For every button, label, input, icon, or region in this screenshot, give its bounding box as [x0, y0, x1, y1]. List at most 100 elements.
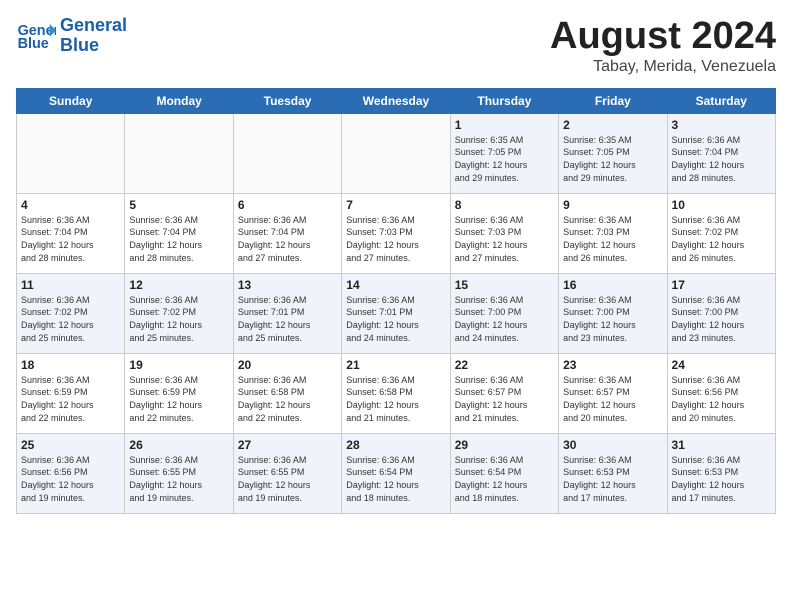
day-info: Sunrise: 6:36 AMSunset: 7:04 PMDaylight:…	[238, 214, 337, 264]
day-info: Sunrise: 6:36 AMSunset: 7:04 PMDaylight:…	[672, 134, 771, 184]
day-info: Sunrise: 6:36 AMSunset: 6:55 PMDaylight:…	[129, 454, 228, 504]
day-info: Sunrise: 6:36 AMSunset: 7:03 PMDaylight:…	[563, 214, 662, 264]
day-number: 14	[346, 278, 445, 292]
day-info: Sunrise: 6:36 AMSunset: 7:03 PMDaylight:…	[455, 214, 554, 264]
day-number: 19	[129, 358, 228, 372]
day-number: 26	[129, 438, 228, 452]
calendar-cell: 31Sunrise: 6:36 AMSunset: 6:53 PMDayligh…	[667, 433, 775, 513]
logo-line2: Blue	[60, 36, 127, 56]
day-info: Sunrise: 6:36 AMSunset: 7:04 PMDaylight:…	[129, 214, 228, 264]
calendar-cell: 28 Sunrise: 6:36 AMSunset: 6:54 PMDayligh…	[342, 433, 450, 513]
day-number: 30	[563, 438, 662, 452]
calendar-cell: 27 Sunrise: 6:36 AMSunset: 6:55 PMDayligh…	[233, 433, 341, 513]
day-info: Sunrise: 6:36 AMSunset: 6:57 PMDaylight:…	[563, 374, 662, 424]
day-info: Sunrise: 6:36 AMSunset: 6:54 PMDaylight:…	[455, 454, 554, 504]
day-info: Sunrise: 6:36 AMSunset: 6:56 PMDaylight:…	[21, 454, 120, 504]
calendar-cell: 21 Sunrise: 6:36 AMSunset: 6:58 PMDayligh…	[342, 353, 450, 433]
logo: General Blue General Blue	[16, 16, 127, 56]
day-info: Sunrise: 6:36 AMSunset: 6:59 PMDaylight:…	[21, 374, 120, 424]
day-info: Sunrise: 6:36 AMSunset: 6:53 PMDaylight:…	[563, 454, 662, 504]
day-info: Sunrise: 6:36 AMSunset: 6:58 PMDaylight:…	[346, 374, 445, 424]
calendar-cell: 29 Sunrise: 6:36 AMSunset: 6:54 PMDayligh…	[450, 433, 558, 513]
day-number: 17	[672, 278, 771, 292]
calendar-cell: 5 Sunrise: 6:36 AMSunset: 7:04 PMDaylight…	[125, 193, 233, 273]
day-number: 25	[21, 438, 120, 452]
month-title: August 2024	[550, 16, 776, 58]
calendar-cell: 13 Sunrise: 6:36 AMSunset: 7:01 PMDayligh…	[233, 273, 341, 353]
calendar-cell: 4Sunrise: 6:36 AMSunset: 7:04 PMDaylight…	[17, 193, 125, 273]
calendar-table: SundayMondayTuesdayWednesdayThursdayFrid…	[16, 88, 776, 514]
weekday-header-friday: Friday	[559, 88, 667, 113]
calendar-week-2: 4 Sunrise: 6:36 AMSunset: 7:04 PMDaylight…	[17, 193, 776, 273]
calendar-cell: 19Sunrise: 6:36 AMSunset: 6:59 PMDayligh…	[125, 353, 233, 433]
day-info: Sunrise: 6:36 AMSunset: 7:01 PMDaylight:…	[238, 294, 337, 344]
calendar-cell: 11 Sunrise: 6:36 AMSunset: 7:02 PMDayligh…	[17, 273, 125, 353]
calendar-cell: 7 Sunrise: 6:36 AMSunset: 7:03 PMDaylight…	[342, 193, 450, 273]
calendar-cell: 25 Sunrise: 6:36 AMSunset: 6:56 PMDayligh…	[17, 433, 125, 513]
weekday-header-row: SundayMondayTuesdayWednesdayThursdayFrid…	[17, 88, 776, 113]
calendar-cell: 8 Sunrise: 6:36 AMSunset: 7:03 PMDaylight…	[450, 193, 558, 273]
day-number: 27	[238, 438, 337, 452]
calendar-cell: 6 Sunrise: 6:36 AMSunset: 7:04 PMDaylight…	[233, 193, 341, 273]
weekday-header-wednesday: Wednesday	[342, 88, 450, 113]
calendar-week-5: 25 Sunrise: 6:36 AMSunset: 6:56 PMDayligh…	[17, 433, 776, 513]
day-number: 6	[238, 198, 337, 212]
day-number: 3	[672, 118, 771, 132]
svg-text:Blue: Blue	[18, 36, 49, 52]
day-number: 29	[455, 438, 554, 452]
day-number: 28	[346, 438, 445, 452]
calendar-cell: 22 Sunrise: 6:36 AMSunset: 6:57 PMDayligh…	[450, 353, 558, 433]
day-info: Sunrise: 6:36 AMSunset: 7:02 PMDaylight:…	[129, 294, 228, 344]
day-info: Sunrise: 6:36 AMSunset: 7:01 PMDaylight:…	[346, 294, 445, 344]
day-info: Sunrise: 6:36 AMSunset: 7:02 PMDaylight:…	[21, 294, 120, 344]
day-number: 21	[346, 358, 445, 372]
day-number: 9	[563, 198, 662, 212]
calendar-cell: 1Sunrise: 6:35 AMSunset: 7:05 PMDaylight…	[450, 113, 558, 193]
day-number: 20	[238, 358, 337, 372]
weekday-header-monday: Monday	[125, 88, 233, 113]
day-info: Sunrise: 6:36 AMSunset: 6:58 PMDaylight:…	[238, 374, 337, 424]
day-number: 4	[21, 198, 120, 212]
day-info: Sunrise: 6:36 AMSunset: 6:55 PMDaylight:…	[238, 454, 337, 504]
day-info: Sunrise: 6:36 AMSunset: 7:03 PMDaylight:…	[346, 214, 445, 264]
calendar-cell	[342, 113, 450, 193]
day-number: 18	[21, 358, 120, 372]
calendar-cell: 20 Sunrise: 6:36 AMSunset: 6:58 PMDayligh…	[233, 353, 341, 433]
day-info: Sunrise: 6:36 AMSunset: 6:56 PMDaylight:…	[672, 374, 771, 424]
calendar-cell: 9 Sunrise: 6:36 AMSunset: 7:03 PMDaylight…	[559, 193, 667, 273]
day-number: 13	[238, 278, 337, 292]
day-number: 23	[563, 358, 662, 372]
calendar-week-4: 18 Sunrise: 6:36 AMSunset: 6:59 PMDayligh…	[17, 353, 776, 433]
weekday-header-saturday: Saturday	[667, 88, 775, 113]
day-number: 5	[129, 198, 228, 212]
calendar-cell: 10Sunrise: 6:36 AMSunset: 7:02 PMDayligh…	[667, 193, 775, 273]
logo-icon: General Blue	[16, 16, 56, 56]
day-number: 2	[563, 118, 662, 132]
calendar-cell: 12 Sunrise: 6:36 AMSunset: 7:02 PMDayligh…	[125, 273, 233, 353]
day-number: 24	[672, 358, 771, 372]
calendar-cell: 3 Sunrise: 6:36 AMSunset: 7:04 PMDaylight…	[667, 113, 775, 193]
location: Tabay, Merida, Venezuela	[550, 58, 776, 76]
logo-line1: General	[60, 16, 127, 36]
calendar-cell: 30 Sunrise: 6:36 AMSunset: 6:53 PMDayligh…	[559, 433, 667, 513]
day-number: 12	[129, 278, 228, 292]
calendar-week-1: 1Sunrise: 6:35 AMSunset: 7:05 PMDaylight…	[17, 113, 776, 193]
day-number: 7	[346, 198, 445, 212]
day-number: 22	[455, 358, 554, 372]
day-info: Sunrise: 6:36 AMSunset: 6:53 PMDaylight:…	[672, 454, 771, 504]
day-number: 11	[21, 278, 120, 292]
day-info: Sunrise: 6:36 AMSunset: 6:57 PMDaylight:…	[455, 374, 554, 424]
calendar-cell: 14 Sunrise: 6:36 AMSunset: 7:01 PMDayligh…	[342, 273, 450, 353]
calendar-week-3: 11 Sunrise: 6:36 AMSunset: 7:02 PMDayligh…	[17, 273, 776, 353]
calendar-cell: 24 Sunrise: 6:36 AMSunset: 6:56 PMDayligh…	[667, 353, 775, 433]
day-number: 8	[455, 198, 554, 212]
calendar-cell: 16Sunrise: 6:36 AMSunset: 7:00 PMDayligh…	[559, 273, 667, 353]
day-info: Sunrise: 6:36 AMSunset: 6:54 PMDaylight:…	[346, 454, 445, 504]
day-info: Sunrise: 6:35 AMSunset: 7:05 PMDaylight:…	[563, 134, 662, 184]
calendar-cell	[125, 113, 233, 193]
calendar-cell	[233, 113, 341, 193]
weekday-header-tuesday: Tuesday	[233, 88, 341, 113]
calendar-cell: 17Sunrise: 6:36 AMSunset: 7:00 PMDayligh…	[667, 273, 775, 353]
calendar-cell: 18 Sunrise: 6:36 AMSunset: 6:59 PMDayligh…	[17, 353, 125, 433]
page-header: General Blue General Blue August 2024 Ta…	[16, 16, 776, 76]
